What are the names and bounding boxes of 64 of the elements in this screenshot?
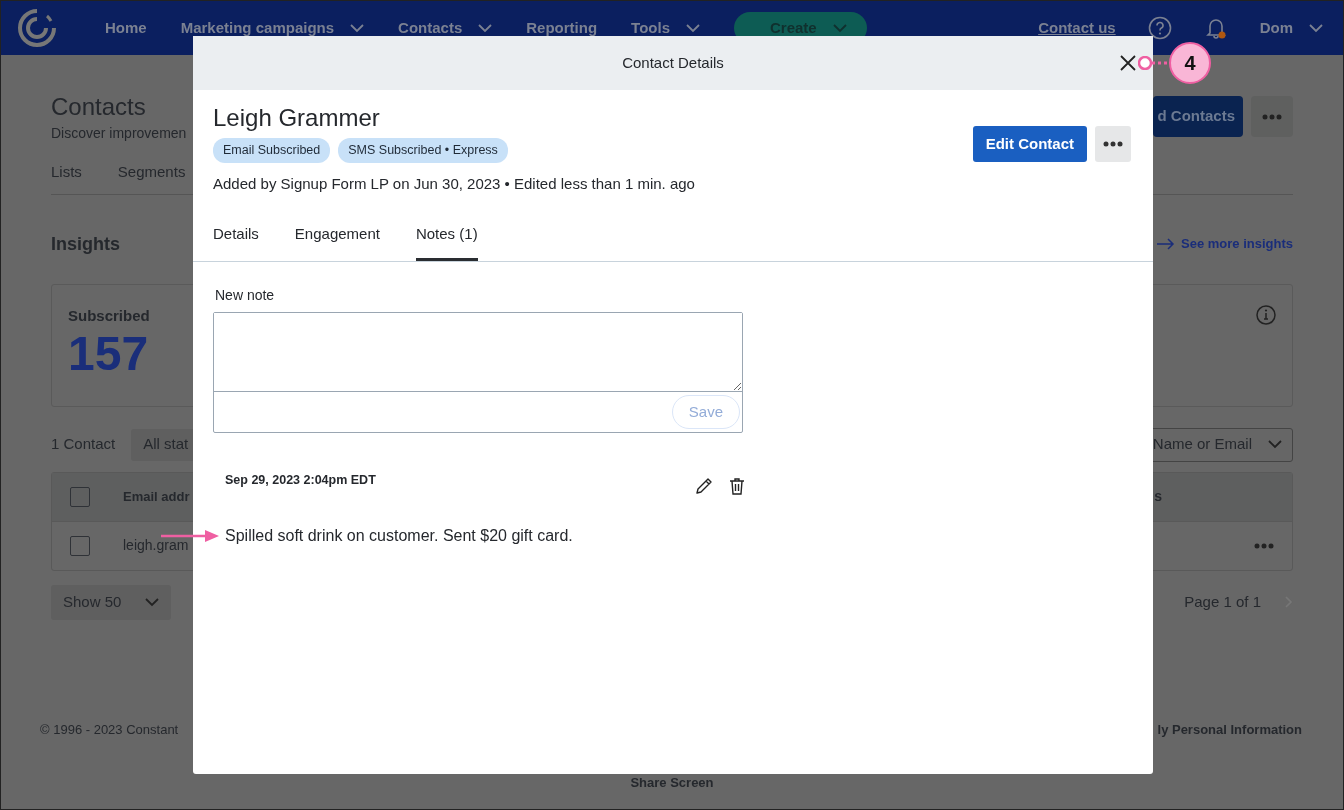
contact-count: 1 Contact <box>51 434 116 455</box>
footer-link[interactable]: ly Personal Information <box>1157 719 1302 739</box>
table-cell-text: leigh.gram <box>123 536 189 555</box>
chevron-down-icon <box>478 23 493 33</box>
page-tab[interactable]: Segments <box>117 161 186 184</box>
row-actions-button[interactable] <box>1254 542 1274 549</box>
arrow-right-icon <box>1157 238 1175 250</box>
edit-note-button[interactable] <box>695 477 713 496</box>
copyright-text: © 1996 - 2023 Constant <box>40 720 179 739</box>
status-tag: SMS Subscribed • Express <box>338 138 508 163</box>
page-subtitle: Discover improvemen <box>51 124 187 143</box>
modal-title: Contact Details <box>622 52 724 73</box>
info-icon <box>1256 304 1276 325</box>
edit-contact-button[interactable]: Edit Contact <box>972 126 1087 162</box>
tab[interactable]: Details <box>213 223 259 261</box>
more-icon <box>1103 141 1123 147</box>
see-more-link[interactable]: See more insights <box>1157 234 1293 254</box>
chevron-down-icon <box>832 23 847 33</box>
contact-link[interactable]: Contact us <box>1038 16 1116 40</box>
chevron-down-icon <box>145 597 160 607</box>
checkbox[interactable] <box>70 535 90 556</box>
nav-item[interactable]: Contacts <box>398 16 493 40</box>
stat-label: Subscribed <box>68 305 150 326</box>
share-screen-link[interactable]: Share Screen <box>630 775 714 790</box>
chevron-down-icon <box>1309 23 1323 33</box>
more-icon <box>1254 542 1274 549</box>
note-text: Spilled soft drink on customer. Sent $20 gift card. <box>225 526 574 547</box>
contact-meta: Added by Signup Form LP on Jun 30, 2023 • Edited less than 1 min. ago <box>213 173 695 194</box>
note-date: Sep 29, 2023 2:04pm EDT <box>225 472 376 490</box>
pagination-label: Page 1 of 1 <box>1184 591 1261 612</box>
nav-item[interactable]: Home <box>105 16 147 40</box>
logo-icon <box>17 8 57 48</box>
contact-name: Leigh Grammer <box>213 104 381 132</box>
more-button[interactable] <box>1095 126 1131 162</box>
close-button[interactable] <box>1119 54 1137 72</box>
nav-item[interactable]: Marketing campaigns <box>180 16 365 40</box>
chevron-down-icon <box>1268 440 1282 449</box>
chevron-down-icon <box>350 23 365 33</box>
leader-line <box>1138 56 1170 70</box>
callout-badge: 4 <box>1169 42 1211 84</box>
more-icon <box>1262 113 1282 120</box>
stat-value: 157 <box>68 327 150 381</box>
page-tab[interactable]: Lists <box>51 161 82 184</box>
help-icon[interactable] <box>1147 16 1172 40</box>
pencil-icon <box>695 477 713 496</box>
column-header: s <box>1154 487 1162 506</box>
bell-icon[interactable] <box>1203 16 1228 40</box>
nav-item[interactable]: Reporting <box>526 16 598 40</box>
status-tag: Email Subscribed <box>213 138 331 163</box>
page-title: Contacts <box>51 93 147 121</box>
section-heading: Insights <box>51 232 120 256</box>
nav-item[interactable]: Tools <box>631 16 700 40</box>
tab[interactable]: Notes (1) <box>415 223 478 261</box>
add-contacts-button[interactable]: d Contacts <box>1153 96 1243 137</box>
trash-icon <box>729 477 745 496</box>
user-menu[interactable]: Dom <box>1259 16 1323 40</box>
chevron-down-icon <box>686 23 700 33</box>
page-size-dropdown[interactable]: Show 50 <box>51 584 172 620</box>
checkbox[interactable] <box>70 486 90 507</box>
tab[interactable]: Engagement <box>294 223 380 261</box>
column-header: Email addr <box>123 487 190 506</box>
delete-note-button[interactable] <box>729 477 745 496</box>
field-label: New note <box>215 285 276 305</box>
close-icon <box>1119 54 1137 72</box>
